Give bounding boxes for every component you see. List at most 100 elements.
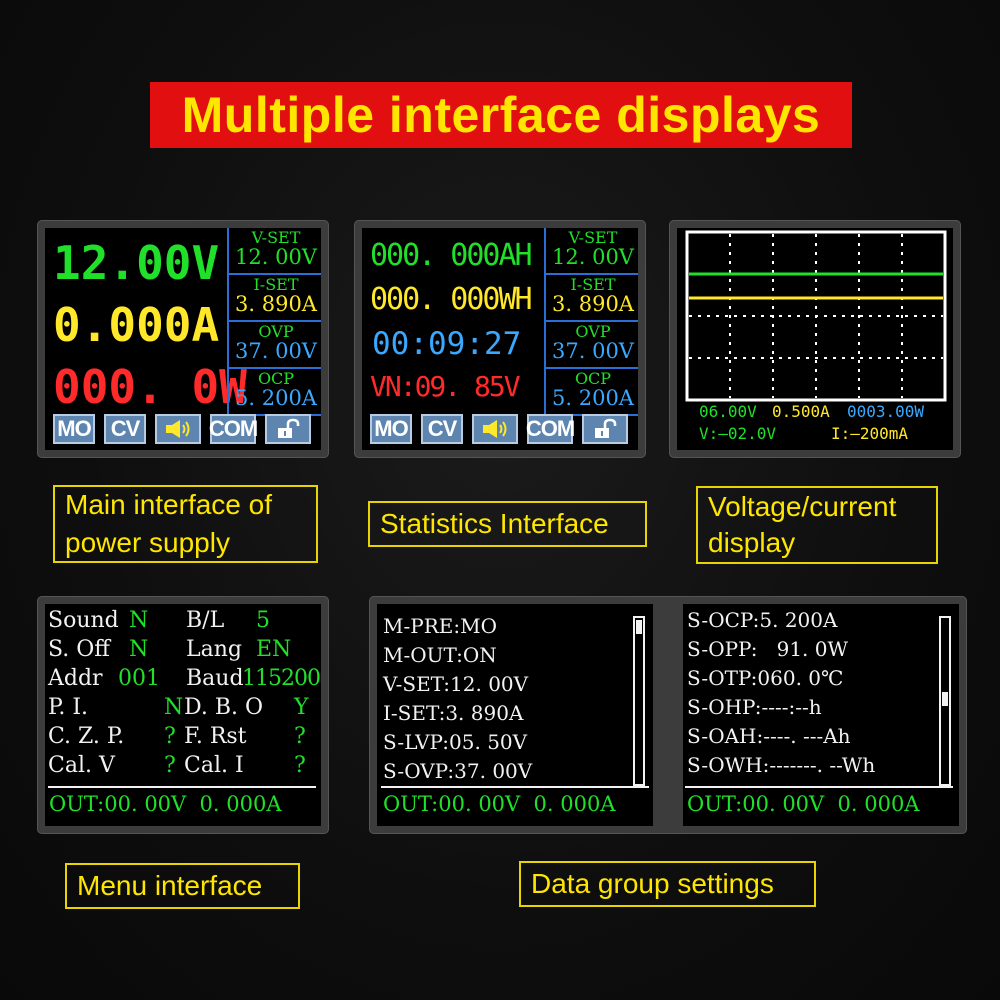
menu-soff-label: S. Off: [48, 637, 110, 662]
amp-hour-readout: 000. 000AH: [370, 238, 533, 273]
menu-addr-value: 001: [118, 666, 160, 691]
datagroup-item[interactable]: S-LVP:05. 50V: [383, 728, 532, 757]
menu-sound-value: N: [129, 608, 149, 633]
stats-lock-button[interactable]: [582, 414, 628, 444]
lock-button[interactable]: [265, 414, 311, 444]
datagroup-item[interactable]: I-SET:3. 890A: [383, 699, 532, 728]
datagroup-right-pane: S-OCP:5. 200A S-OPP: 91. 0W S-OTP:060. 0…: [683, 604, 959, 826]
datagroup-item[interactable]: V-SET:12. 00V: [383, 670, 532, 699]
ocp-label: OCP: [257, 369, 295, 388]
graph-interface-caption-text: Voltage/current display: [708, 491, 897, 558]
plot-grid: [689, 234, 943, 398]
stats-ocp-value: 5. 200A: [552, 386, 634, 410]
datagroup-screen: M-PRE:MO M-OUT:ON V-SET:12. 00V I-SET:3.…: [377, 604, 959, 826]
main-interface-panel: 12.00V 0.000A 000. 0W V-SET 12. 00V I-SE…: [37, 220, 329, 458]
mode-button[interactable]: MO: [53, 414, 95, 444]
speaker-icon: [483, 420, 507, 438]
stats-button-row: MO CV COM: [370, 414, 628, 444]
stats-vset-label: V-SET: [568, 228, 618, 247]
menu-czp-label: C. Z. P.: [48, 724, 125, 749]
stats-ovp-value: 37. 00V: [552, 339, 634, 363]
datagroup-item[interactable]: S-OVP:37. 00V: [383, 757, 532, 786]
datagroup-right-list: S-OCP:5. 200A S-OPP: 91. 0W S-OTP:060. 0…: [687, 606, 875, 780]
datagroup-caption: Data group settings: [519, 861, 816, 907]
graph-current-readout: 0.500A: [772, 402, 830, 421]
menu-cali-label: Cal. I: [184, 753, 244, 778]
statistics-interface-panel: 000. 000AH 000. 000WH 00:09:27 VN:09. 85…: [354, 220, 646, 458]
menu-row[interactable]: S. Off N Lang EN: [48, 635, 318, 664]
stats-ocp-box: OCP 5. 200A: [546, 369, 638, 416]
menu-interface-panel: Sound N B/L 5 S. Off N Lang EN Addr 001 …: [37, 596, 329, 834]
datagroup-item[interactable]: S-OCP:5. 200A: [687, 606, 875, 635]
datagroup-item[interactable]: S-OTP:060. 0℃: [687, 664, 875, 693]
menu-baud-value: 115200: [242, 666, 321, 691]
menu-addr-label: Addr: [48, 666, 103, 691]
menu-row[interactable]: Sound N B/L 5: [48, 606, 318, 635]
graph-screen: 06.00V 0.500A 0003.00W V:—02.0V I:—200mA: [677, 228, 953, 450]
menu-frst-label: F. Rst: [184, 724, 247, 749]
menu-backlight-value: 5: [256, 608, 270, 633]
stats-vset-box: V-SET 12. 00V: [546, 228, 638, 275]
stats-mode-button[interactable]: MO: [370, 414, 412, 444]
datagroup-right-output-status: OUT:00. 00V 0. 000A: [687, 792, 920, 816]
menu-soff-value: N: [129, 637, 149, 662]
ovp-label: OVP: [258, 322, 294, 341]
stats-sound-button[interactable]: [472, 414, 518, 444]
iset-value: 3. 890A: [235, 292, 317, 316]
setpoint-column: V-SET 12. 00V I-SET 3. 890A OVP 37. 00V …: [227, 228, 321, 416]
cv-button[interactable]: CV: [104, 414, 146, 444]
voltage-scale-label: V:—02.0V: [699, 424, 777, 443]
menu-frst-value: ?: [294, 724, 306, 749]
main-interface-caption-text: Main interface of power supply: [65, 489, 272, 558]
main-button-row: MO CV COM: [53, 414, 311, 444]
graph-power-readout: 0003.00W: [847, 402, 925, 421]
stats-iset-label: I-SET: [570, 275, 616, 294]
menu-interface-caption-text: Menu interface: [77, 870, 263, 901]
datagroup-left-scrollbar[interactable]: [633, 616, 645, 786]
menu-interface-caption: Menu interface: [65, 863, 300, 909]
elapsed-time-readout: 00:09:27: [372, 326, 522, 362]
datagroup-interface-panel: M-PRE:MO M-OUT:ON V-SET:12. 00V I-SET:3.…: [369, 596, 967, 834]
menu-calv-label: Cal. V: [48, 753, 115, 778]
datagroup-caption-text: Data group settings: [531, 868, 774, 899]
ovp-value: 37. 00V: [235, 339, 317, 363]
sound-button[interactable]: [155, 414, 201, 444]
menu-calv-value: ?: [164, 753, 176, 778]
stats-com-button[interactable]: COM: [526, 414, 575, 444]
statistics-screen: 000. 000AH 000. 000WH 00:09:27 VN:09. 85…: [362, 228, 638, 450]
menu-pi-value: N: [164, 695, 184, 720]
menu-dbo-value: Y: [294, 695, 309, 720]
stats-cv-button[interactable]: CV: [421, 414, 463, 444]
power-readout: 000. 0W: [53, 360, 247, 414]
voltage-readout: 12.00V: [53, 236, 220, 290]
menu-row[interactable]: Cal. V ? Cal. I ?: [48, 751, 318, 780]
menu-pi-label: P. I.: [48, 695, 89, 720]
watt-hour-readout: 000. 000WH: [370, 282, 533, 317]
current-readout: 0.000A: [53, 298, 220, 352]
statistics-interface-caption-text: Statistics Interface: [380, 508, 609, 539]
com-button[interactable]: COM: [209, 414, 258, 444]
datagroup-left-scroll-thumb[interactable]: [636, 620, 642, 634]
datagroup-right-scroll-thumb[interactable]: [942, 692, 948, 706]
menu-lang-label: Lang: [186, 637, 242, 662]
stats-ovp-label: OVP: [575, 322, 611, 341]
stats-ovp-box: OVP 37. 00V: [546, 322, 638, 369]
menu-row[interactable]: C. Z. P. ? F. Rst ?: [48, 722, 318, 751]
datagroup-right-divider: [685, 786, 953, 788]
datagroup-item[interactable]: S-OPP: 91. 0W: [687, 635, 875, 664]
menu-row[interactable]: Addr 001 Baud 115200: [48, 664, 321, 693]
datagroup-item[interactable]: S-OWH:-------. --Wh: [687, 751, 875, 780]
datagroup-left-pane: M-PRE:MO M-OUT:ON V-SET:12. 00V I-SET:3.…: [377, 604, 653, 826]
datagroup-item[interactable]: M-OUT:ON: [383, 641, 532, 670]
datagroup-item[interactable]: M-PRE:MO: [383, 612, 532, 641]
vset-value: 12. 00V: [235, 245, 317, 269]
menu-czp-value: ?: [164, 724, 176, 749]
menu-row[interactable]: P. I. N D. B. O Y: [48, 693, 318, 722]
menu-screen: Sound N B/L 5 S. Off N Lang EN Addr 001 …: [45, 604, 321, 826]
current-scale-label: I:—200mA: [831, 424, 909, 443]
datagroup-item[interactable]: S-OHP:----:--h: [687, 693, 875, 722]
datagroup-right-scrollbar[interactable]: [939, 616, 951, 786]
datagroup-item[interactable]: S-OAH:----. ---Ah: [687, 722, 875, 751]
stats-iset-value: 3. 890A: [552, 292, 634, 316]
graph-voltage-readout: 06.00V: [699, 402, 757, 421]
